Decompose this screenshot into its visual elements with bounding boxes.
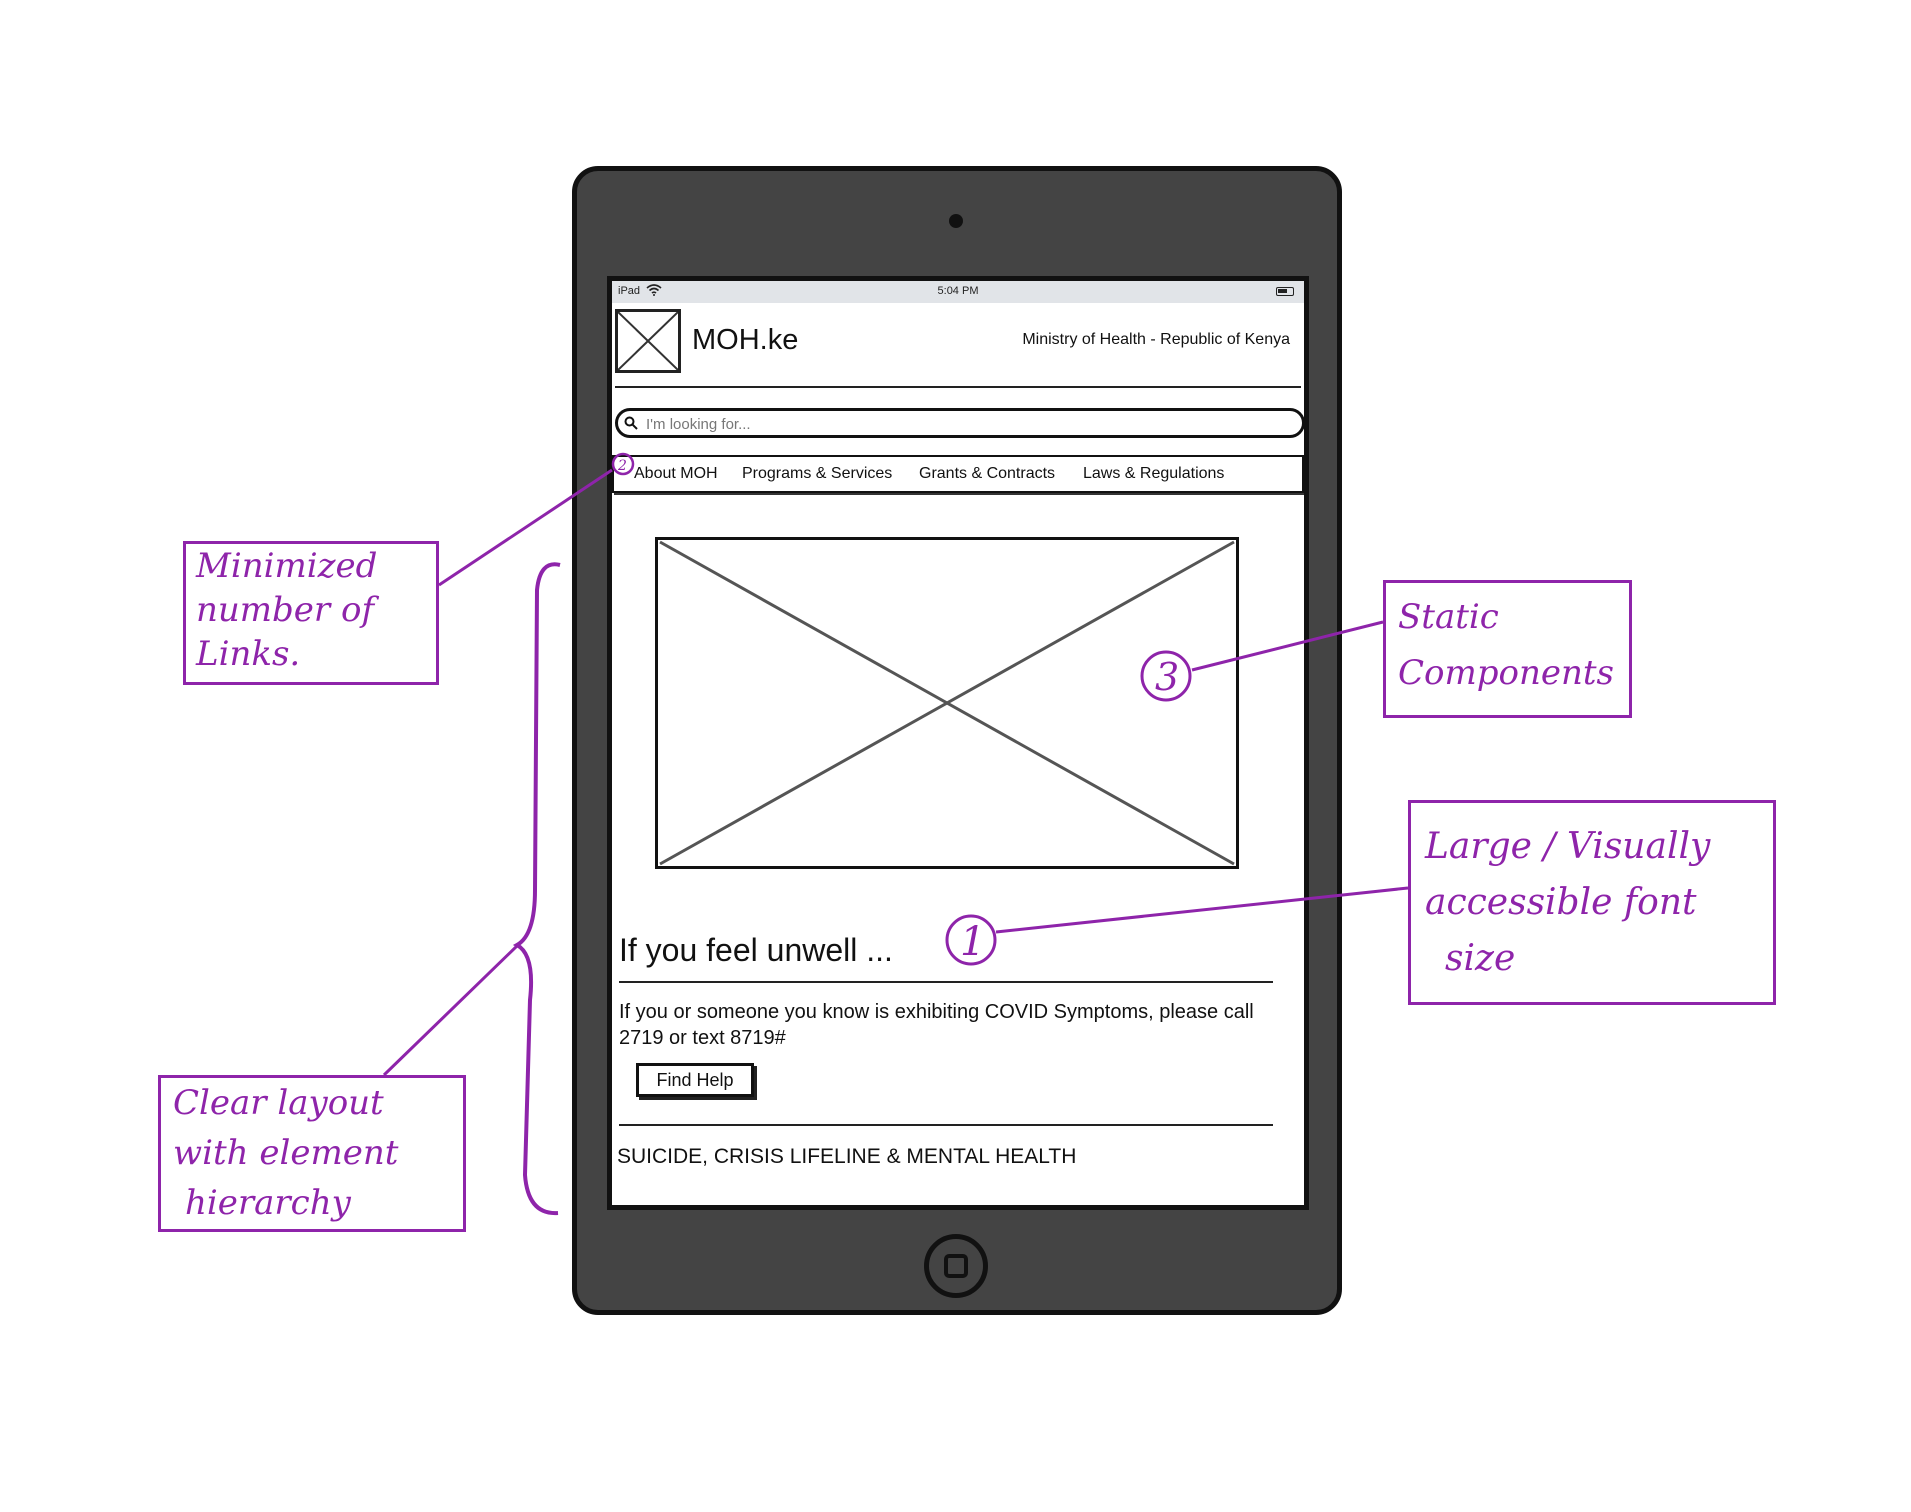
annotation-font-box: Large / Visually accessible font size	[1408, 800, 1776, 1005]
annotation-static-text: Static Components	[1398, 597, 1614, 693]
connector-layout	[382, 942, 521, 1077]
annotation-layout-text: Clear layout with element hierarchy	[173, 1083, 399, 1223]
section-divider	[619, 1124, 1273, 1126]
header-divider	[615, 386, 1301, 388]
nav-item-laws[interactable]: Laws & Regulations	[1083, 465, 1224, 483]
image-placeholder-icon	[659, 540, 1235, 866]
nav-item-programs[interactable]: Programs & Services	[742, 465, 892, 483]
layout-bracket	[512, 562, 561, 1216]
annotation-links-box: Minimized number of Links.	[183, 541, 439, 685]
search-icon	[624, 416, 638, 430]
section-title: If you feel unwell ...	[619, 932, 893, 968]
section-body: If you or someone you know is exhibiting…	[619, 1001, 1254, 1049]
status-bar: iPad 5:04 PM	[612, 281, 1304, 303]
search-input[interactable]	[644, 413, 1288, 435]
home-button[interactable]	[924, 1234, 988, 1298]
hero-image-placeholder	[655, 537, 1239, 869]
status-time: 5:04 PM	[937, 285, 979, 297]
camera-dot	[949, 214, 963, 228]
logo-placeholder	[615, 309, 681, 373]
site-name[interactable]: MOH.ke	[692, 324, 798, 357]
site-subtitle: Ministry of Health - Republic of Kenya	[1022, 331, 1290, 348]
nav-item-grants[interactable]: Grants & Contracts	[919, 465, 1055, 483]
annotation-links-text: Minimized number of Links.	[196, 546, 378, 674]
home-button-icon	[944, 1254, 968, 1278]
search-box[interactable]	[615, 408, 1304, 438]
battery-icon	[1276, 287, 1294, 296]
tablet-screen: iPad 5:04 PM MOH.ke Ministry of Health -…	[607, 276, 1309, 1210]
find-help-button[interactable]: Find Help	[636, 1063, 754, 1097]
section-divider	[619, 981, 1273, 983]
annotation-layout-box: Clear layout with element hierarchy	[158, 1075, 466, 1232]
wireframe-page: iPad 5:04 PM MOH.ke Ministry of Health -…	[0, 0, 1911, 1512]
mental-health-link[interactable]: SUICIDE, CRISIS LIFELINE & MENTAL HEALTH	[617, 1145, 1076, 1169]
nav-item-about[interactable]: About MOH	[634, 465, 718, 483]
annotation-font-text: Large / Visually accessible font size	[1425, 826, 1711, 979]
nav-bar: About MOH Programs & Services Grants & C…	[612, 455, 1304, 493]
annotation-static-box: Static Components	[1383, 580, 1632, 718]
tablet-device: iPad 5:04 PM MOH.ke Ministry of Health -…	[572, 166, 1342, 1315]
image-placeholder-icon	[617, 311, 679, 371]
